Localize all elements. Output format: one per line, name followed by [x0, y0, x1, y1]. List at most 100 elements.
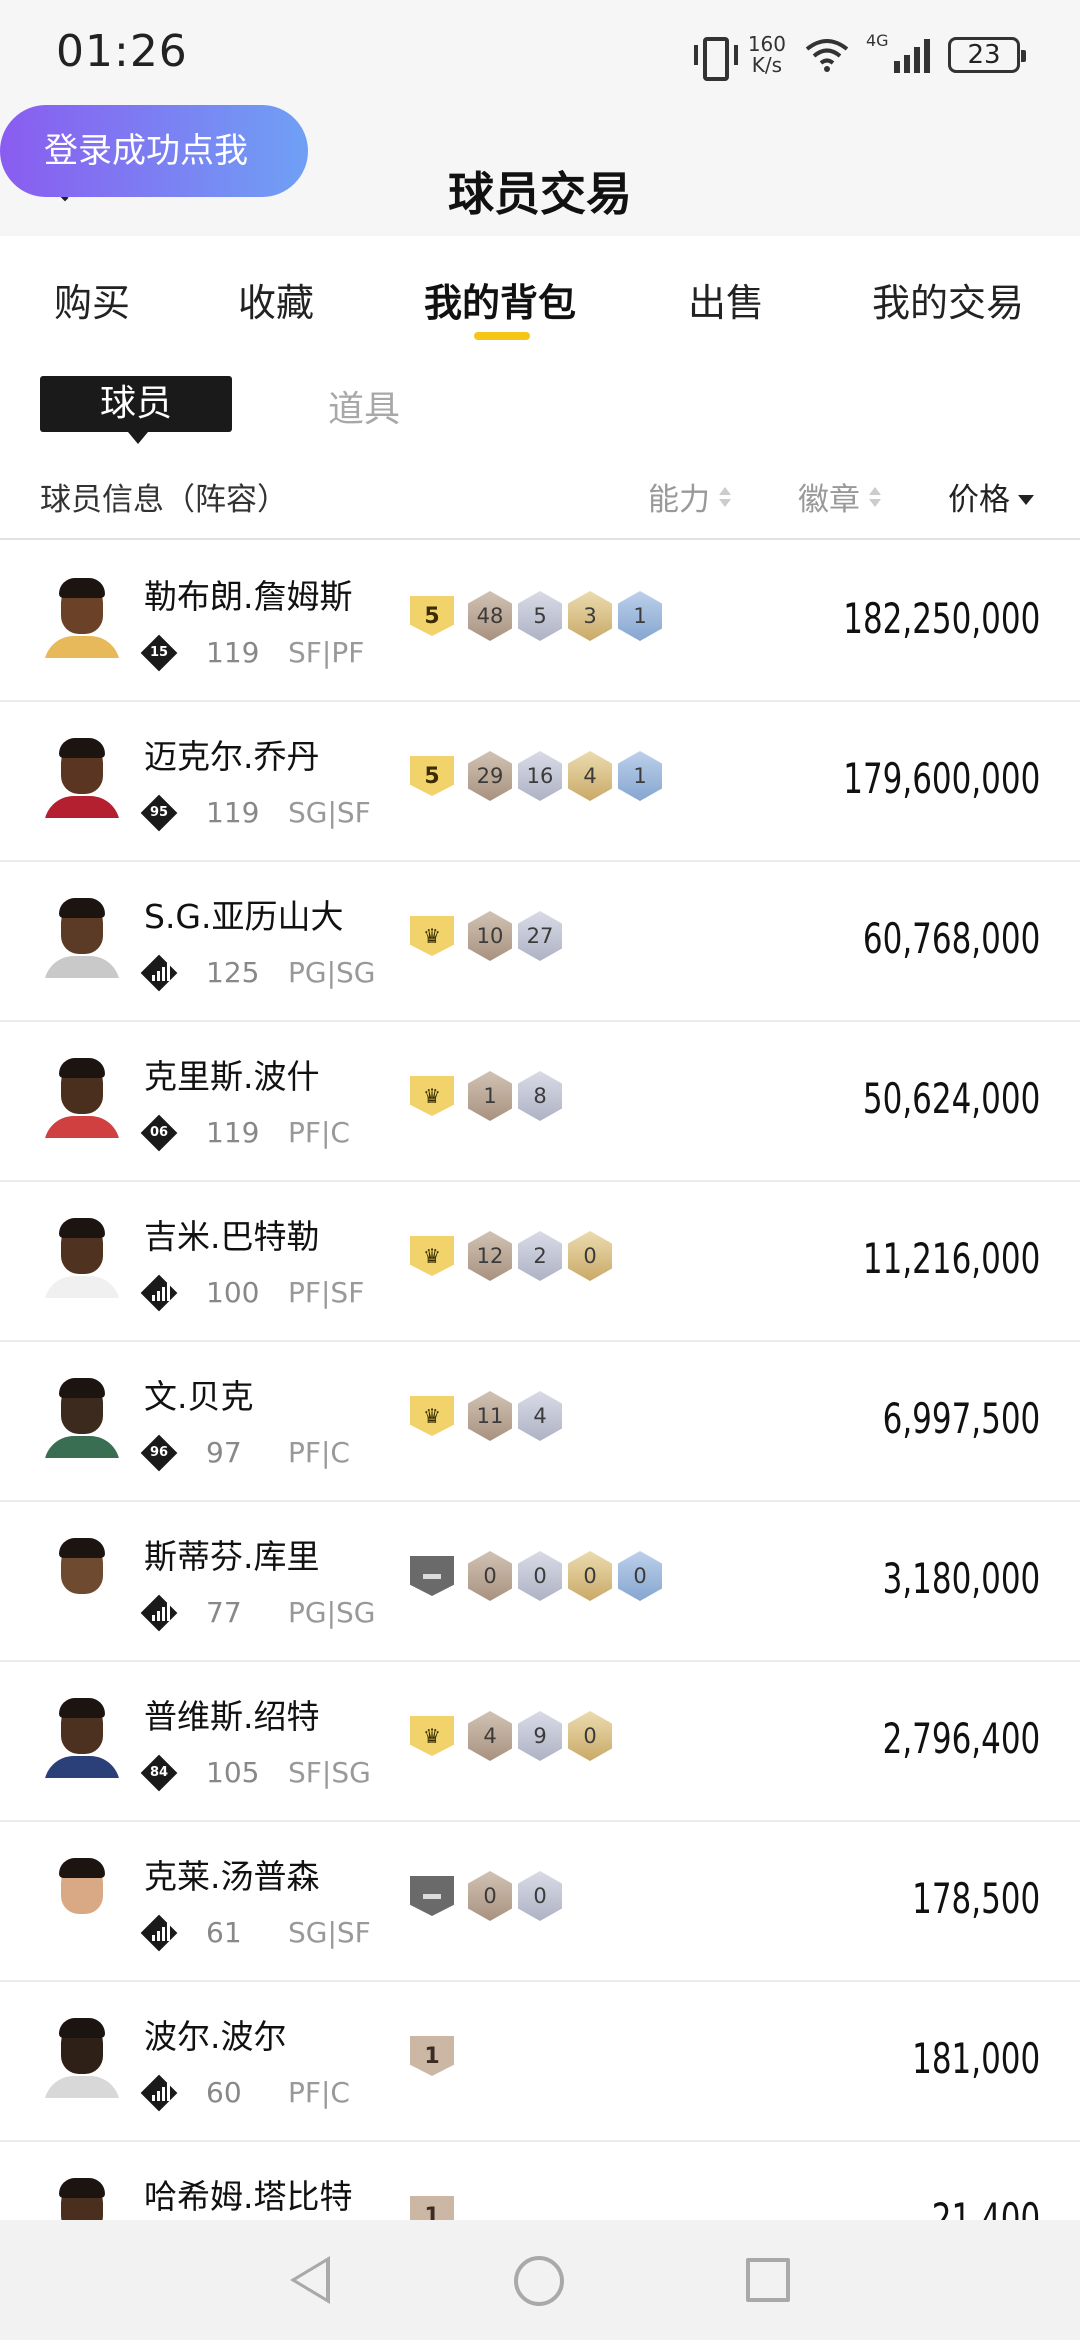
- badge-count-hex: 0: [568, 1711, 612, 1761]
- player-avatar: [40, 1054, 124, 1138]
- badge-group: 5 29 16 4 1: [410, 750, 662, 802]
- badge-count-hex: 0: [568, 1231, 612, 1281]
- player-positions: PF|C: [288, 1436, 350, 1469]
- player-row[interactable]: S.G.亚历山大 125 PG|SG ♛ 10 27 60,768,000: [0, 862, 1080, 1022]
- rank-bars-icon: [152, 963, 170, 981]
- badge-count-hex: 27: [518, 911, 562, 961]
- active-tab-indicator: [474, 332, 530, 340]
- status-bar: 01:26 160 K/s 4G 23: [0, 0, 1080, 110]
- player-row[interactable]: 斯蒂芬.库里 77 PG|SG 0 0 0 0 3,180,000: [0, 1502, 1080, 1662]
- badge-count-hex: 29: [468, 751, 512, 801]
- rank-bars-icon: [152, 2083, 170, 2101]
- rank-bars-icon: [152, 1603, 170, 1621]
- dash-tier-icon: [410, 1556, 454, 1596]
- badge-count-hex: 10: [468, 911, 512, 961]
- player-avatar: [40, 894, 124, 978]
- player-ability: 119: [206, 796, 260, 829]
- rank-number: 06: [149, 1125, 169, 1140]
- player-row[interactable]: 勒布朗.詹姆斯 15 119 SF|PF 5 48 5 3 1 182,250,000: [0, 542, 1080, 702]
- battery-icon: 23: [948, 37, 1026, 73]
- player-avatar: [40, 1374, 124, 1458]
- sort-ability-button[interactable]: 能力: [648, 474, 732, 519]
- network-speed-value: 160: [747, 32, 786, 56]
- tier-badge: 5: [410, 756, 454, 796]
- badge-count-hex: 9: [518, 1711, 562, 1761]
- sort-price-button[interactable]: 价格: [948, 474, 1034, 519]
- player-avatar: [40, 1214, 124, 1298]
- subtab-items[interactable]: 道具: [328, 380, 400, 432]
- column-badges: 徽章: [798, 482, 860, 518]
- player-positions: PG|SG: [288, 1596, 376, 1629]
- badge-group: 5 48 5 3 1: [410, 590, 662, 642]
- badge-count-hex: 0: [618, 1551, 662, 1601]
- system-nav-bar: [0, 2220, 1080, 2340]
- player-row[interactable]: 波尔.波尔 60 PF|C 1 181,000: [0, 1982, 1080, 2142]
- rank-number: 96: [149, 1445, 169, 1460]
- status-time: 01:26: [56, 26, 188, 77]
- list-header: 球员信息（阵容） 能力 徽章 价格: [0, 456, 1080, 540]
- player-row[interactable]: 迈克尔.乔丹 95 119 SG|SF 5 29 16 4 1 179,600,000: [0, 702, 1080, 862]
- badge-count-hex: 11: [468, 1391, 512, 1441]
- player-price: 50,624,000: [862, 1074, 1040, 1123]
- badge-group: 0000: [410, 1550, 662, 1602]
- player-row[interactable]: 普维斯.绍特 84 105 SF|SG ♛ 4 9 0 2,796,400: [0, 1662, 1080, 1822]
- player-name: 勒布朗.詹姆斯: [144, 577, 353, 616]
- player-ability: 105: [206, 1756, 260, 1789]
- badge-count-hex: 0: [518, 1871, 562, 1921]
- nav-recent-apps-icon[interactable]: [746, 2258, 790, 2302]
- player-ability: 61: [206, 1916, 242, 1949]
- badge-group: ♛ 11 4: [410, 1390, 562, 1442]
- rank-number: 84: [149, 1765, 169, 1780]
- player-price: 3,180,000: [882, 1554, 1040, 1603]
- player-positions: PG|SG: [288, 956, 376, 989]
- badge-count-hex: 1: [618, 751, 662, 801]
- badge-group: 00: [410, 1870, 562, 1922]
- badge-count-hex: 8: [518, 1071, 562, 1121]
- tab-my-backpack[interactable]: 我的背包: [424, 272, 576, 327]
- player-row[interactable]: 克莱.汤普森 61 SG|SF 0 0 178,500: [0, 1822, 1080, 1982]
- badge-count-hex: 12: [468, 1231, 512, 1281]
- sort-desc-icon: [1018, 494, 1034, 505]
- player-price: 178,500: [911, 1874, 1040, 1923]
- login-success-button[interactable]: 登录成功点我: [0, 105, 308, 197]
- player-name: 吉米.巴特勒: [144, 1217, 320, 1256]
- rank-number: 95: [149, 805, 169, 820]
- badge-group: ♛ 1 8: [410, 1070, 562, 1122]
- player-price: 179,600,000: [842, 754, 1040, 803]
- badge-count-hex: 4: [568, 751, 612, 801]
- sort-badges-button[interactable]: 徽章: [798, 474, 882, 519]
- tab-favorites[interactable]: 收藏: [238, 272, 314, 327]
- tier-badge: 5: [410, 596, 454, 636]
- player-avatar: [40, 1854, 124, 1938]
- player-ability: 77: [206, 1596, 242, 1629]
- player-name: 迈克尔.乔丹: [144, 737, 320, 776]
- tab-my-trades[interactable]: 我的交易: [872, 272, 1024, 327]
- tab-buy[interactable]: 购买: [54, 272, 130, 327]
- player-price: 60,768,000: [862, 914, 1040, 963]
- network-speed: 160 K/s: [748, 34, 786, 76]
- player-ability: 125: [206, 956, 260, 989]
- column-player-info: 球员信息（阵容）: [40, 482, 288, 518]
- tier-badge: 1: [410, 2036, 454, 2076]
- network-speed-unit: K/s: [751, 53, 783, 77]
- player-avatar: [40, 1694, 124, 1778]
- player-row[interactable]: 克里斯.波什 06 119 PF|C ♛ 1 8 50,624,000: [0, 1022, 1080, 1182]
- network-type: 4G: [866, 31, 889, 50]
- badge-count-hex: 0: [468, 1871, 512, 1921]
- signal-icon: 4G: [866, 31, 930, 73]
- badge-group: 1: [410, 2030, 462, 2082]
- badge-count-hex: 0: [468, 1551, 512, 1601]
- tab-sell[interactable]: 出售: [688, 272, 764, 327]
- player-price: 6,997,500: [882, 1394, 1040, 1443]
- player-row[interactable]: 吉米.巴特勒 100 PF|SF ♛ 12 2 0 11,216,000: [0, 1182, 1080, 1342]
- rank-bars-icon: [152, 1283, 170, 1301]
- subtab-players[interactable]: 球员: [40, 376, 232, 444]
- badge-count-hex: 2: [518, 1231, 562, 1281]
- player-name: S.G.亚历山大: [144, 897, 344, 936]
- nav-home-icon[interactable]: [514, 2256, 564, 2306]
- player-row[interactable]: 文.贝克 96 97 PF|C ♛ 11 4 6,997,500: [0, 1342, 1080, 1502]
- badge-count-hex: 48: [468, 591, 512, 641]
- player-avatar: [40, 574, 124, 658]
- badge-count-hex: 1: [618, 591, 662, 641]
- main-tabs: 购买 收藏 我的背包 出售 我的交易: [0, 236, 1080, 356]
